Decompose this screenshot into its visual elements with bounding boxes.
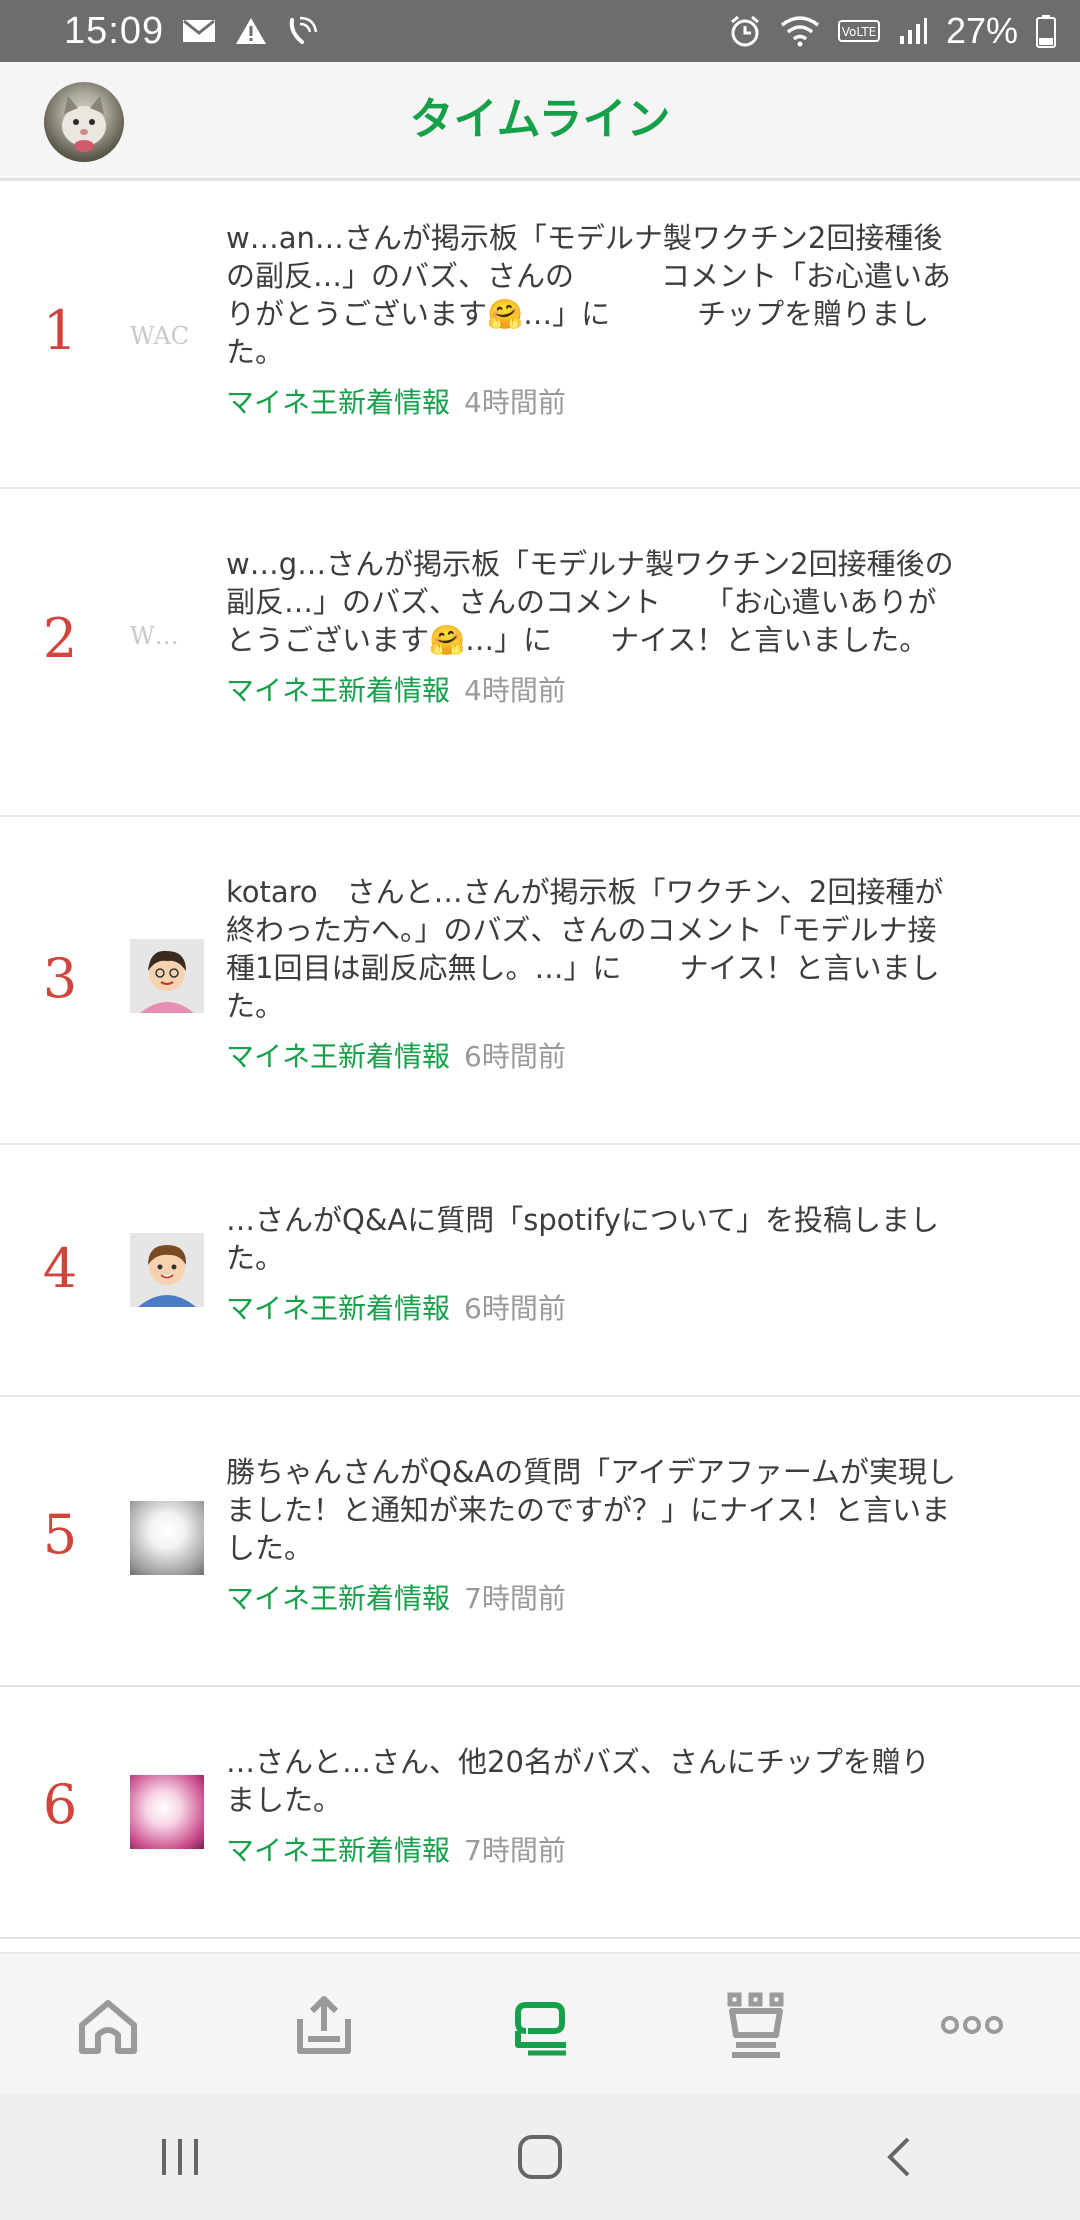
boy-avatar-icon	[130, 939, 204, 1013]
item-source-link[interactable]: マイネ王新着情報	[226, 1292, 450, 1325]
status-right: VoLTE 27%	[728, 10, 1056, 52]
timeline-list: 1 WAC w…an…さんが掲示板「モデルナ製ワクチン2回接種後の副反…」のバズ…	[0, 181, 1080, 1939]
item-meta: マイネ王新着情報 7時間前	[226, 1833, 956, 1869]
item-meta: マイネ王新着情報 4時間前	[226, 385, 956, 421]
item-timestamp: 6時間前	[464, 1040, 566, 1073]
signal-icon	[898, 16, 928, 46]
item-timestamp: 7時間前	[464, 1582, 566, 1615]
item-body: w…g…さんが掲示板「モデルナ製ワクチン2回接種後の副反…」のバズ、さんのコメン…	[226, 545, 956, 709]
back-button[interactable]	[850, 2107, 950, 2207]
wifi-icon	[780, 15, 820, 47]
user-avatar	[130, 939, 204, 1013]
page-title: タイムライン	[409, 94, 671, 145]
vowifi-call-icon	[286, 16, 320, 46]
upload-icon	[297, 1996, 351, 2054]
item-text: w…g…さんが掲示板「モデルナ製ワクチン2回接種後の副反…」のバズ、さんのコメン…	[226, 547, 954, 657]
timeline-item[interactable]: 1 WAC w…an…さんが掲示板「モデルナ製ワクチン2回接種後の副反…」のバズ…	[0, 181, 1080, 489]
avatar-text: WAC	[130, 322, 190, 350]
tab-upload[interactable]	[264, 1975, 384, 2075]
system-nav-bar	[0, 2094, 1080, 2220]
status-bar: 15:09 VoLTE 27%	[0, 0, 1080, 62]
home-system-button[interactable]	[490, 2107, 590, 2207]
item-text: 勝ちゃんさんがQ&Aの質問「アイデアファームが実現しました！と通知が来たのですが…	[226, 1455, 956, 1565]
item-meta: マイネ王新着情報 6時間前	[226, 1291, 956, 1327]
alarm-icon	[728, 14, 762, 48]
item-body: 勝ちゃんさんがQ&Aの質問「アイデアファームが実現しました！と通知が来たのですが…	[226, 1453, 956, 1617]
item-number: 5	[42, 1503, 78, 1566]
item-meta: マイネ王新着情報 7時間前	[226, 1581, 956, 1617]
tab-more[interactable]	[912, 1975, 1032, 2075]
item-meta: マイネ王新着情報 4時間前	[226, 673, 956, 709]
avatar-text: W…	[130, 622, 179, 650]
item-body: kotaro さんと…さんが掲示板「ワクチン、2回接種が終わった方へ。」のバズ、…	[226, 873, 956, 1075]
timeline-icon	[515, 2002, 566, 2056]
status-time: 15:09	[64, 9, 165, 52]
ranking-crown-icon	[727, 1992, 784, 2058]
svg-text:VoLTE: VoLTE	[842, 25, 877, 39]
user-avatar	[130, 1501, 204, 1575]
item-number: 1	[42, 299, 78, 362]
item-timestamp: 4時間前	[464, 386, 566, 419]
item-text: …さんと…さん、他20名がバズ、さんにチップを贈りました。	[226, 1745, 930, 1817]
timeline-item[interactable]: 2 W… w…g…さんが掲示板「モデルナ製ワクチン2回接種後の副反…」のバズ、さ…	[0, 489, 1080, 817]
tab-timeline[interactable]	[480, 1975, 600, 2075]
app-header: タイムライン	[0, 62, 1080, 181]
recents-button[interactable]	[130, 2107, 230, 2207]
timeline-item[interactable]: 3 kotaro さんと…さんが掲示板「ワクチン、2回接種が終わった方へ。」のバ…	[0, 817, 1080, 1145]
avatar[interactable]	[44, 82, 124, 162]
back-icon	[887, 2137, 910, 2177]
home-circle-icon	[518, 2135, 562, 2179]
item-source-link[interactable]: マイネ王新着情報	[226, 1582, 450, 1615]
item-source-link[interactable]: マイネ王新着情報	[226, 674, 450, 707]
timeline-item[interactable]: 6 …さんと…さん、他20名がバズ、さんにチップを贈りました。 マイネ王新着情報…	[0, 1687, 1080, 1939]
item-body: w…an…さんが掲示板「モデルナ製ワクチン2回接種後の副反…」のバズ、さんの コ…	[226, 219, 956, 421]
cat-avatar-icon	[62, 96, 106, 152]
item-timestamp: 6時間前	[464, 1292, 566, 1325]
warning-icon	[234, 16, 268, 46]
user-avatar: W…	[130, 599, 204, 673]
timeline-item[interactable]: 4 …さんがQ&Aに質問「spotifyについて」を投稿しました。 マイネ王新着…	[0, 1145, 1080, 1397]
user-avatar	[130, 1775, 204, 1849]
battery-icon	[1036, 14, 1056, 48]
item-source-link[interactable]: マイネ王新着情報	[226, 1040, 450, 1073]
item-source-link[interactable]: マイネ王新着情報	[226, 1834, 450, 1867]
item-number: 3	[42, 947, 78, 1010]
tab-home[interactable]	[48, 1975, 168, 2075]
user-avatar	[130, 1233, 204, 1307]
status-left: 15:09	[64, 10, 320, 53]
tab-ranking[interactable]	[696, 1975, 816, 2075]
user-avatar: WAC	[130, 299, 212, 373]
mail-icon	[182, 18, 216, 44]
item-number: 6	[42, 1773, 78, 1836]
item-text: w…an…さんが掲示板「モデルナ製ワクチン2回接種後の副反…」のバズ、さんの コ…	[226, 221, 952, 369]
recents-icon	[162, 2139, 198, 2175]
item-number: 2	[42, 607, 78, 670]
more-icon	[941, 2016, 1003, 2034]
item-meta: マイネ王新着情報 6時間前	[226, 1039, 956, 1075]
volte-icon: VoLTE	[837, 20, 880, 42]
item-body: …さんがQ&Aに質問「spotifyについて」を投稿しました。 マイネ王新着情報…	[226, 1201, 956, 1327]
item-text: …さんがQ&Aに質問「spotifyについて」を投稿しました。	[226, 1203, 939, 1275]
battery-percent: 27%	[945, 10, 1018, 51]
item-source-link[interactable]: マイネ王新着情報	[226, 386, 450, 419]
bottom-tab-bar	[0, 1952, 1080, 2096]
item-number: 4	[42, 1237, 78, 1300]
home-icon	[79, 2000, 137, 2054]
item-text: kotaro さんと…さんが掲示板「ワクチン、2回接種が終わった方へ。」のバズ、…	[226, 875, 944, 1023]
man-avatar-icon	[130, 1233, 204, 1307]
timeline-item[interactable]: 5 勝ちゃんさんがQ&Aの質問「アイデアファームが実現しました！と通知が来たので…	[0, 1397, 1080, 1687]
item-timestamp: 7時間前	[464, 1834, 566, 1867]
item-timestamp: 4時間前	[464, 674, 566, 707]
item-body: …さんと…さん、他20名がバズ、さんにチップを贈りました。 マイネ王新着情報 7時…	[226, 1743, 956, 1869]
